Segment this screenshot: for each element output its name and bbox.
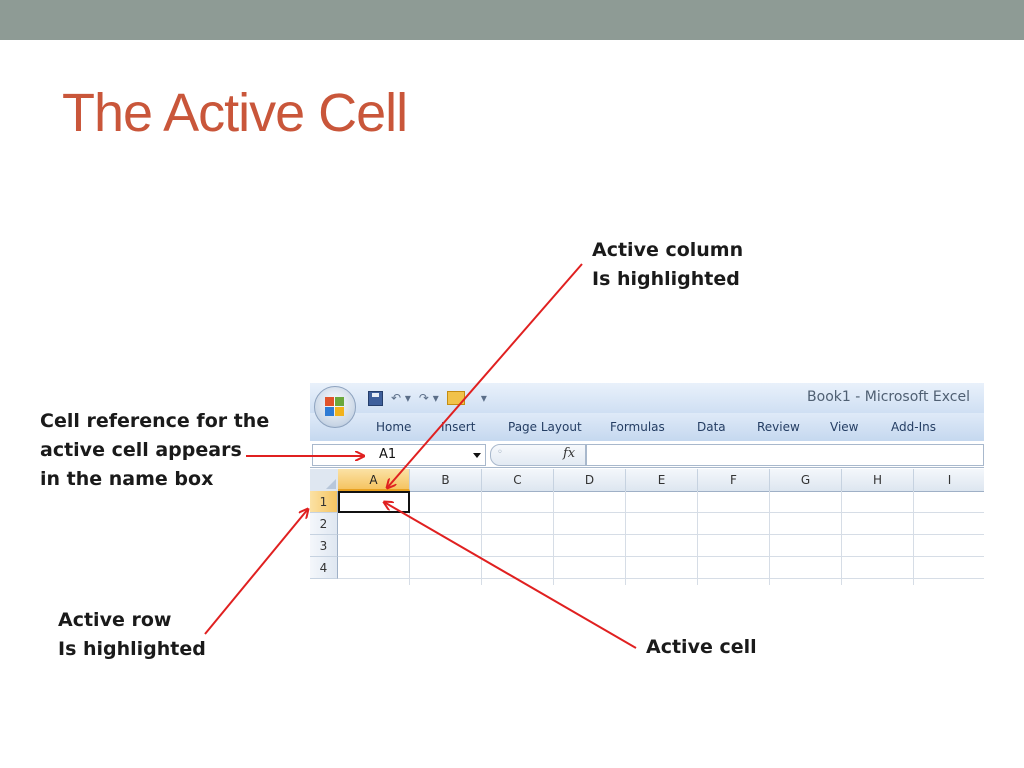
redo-icon[interactable]: ↷ ▾ <box>419 391 439 405</box>
callout-name-box-line3: in the name box <box>40 468 214 490</box>
tab-view[interactable]: View <box>830 420 858 434</box>
column-header-d[interactable]: D <box>554 469 626 491</box>
column-header-g[interactable]: G <box>770 469 842 491</box>
column-header-f[interactable]: F <box>698 469 770 491</box>
name-box[interactable]: A1 <box>312 444 486 466</box>
office-button[interactable] <box>314 386 356 428</box>
office-logo-icon <box>325 397 345 417</box>
tab-home[interactable]: Home <box>376 420 411 434</box>
function-area: ◦ fx <box>490 444 586 466</box>
callout-name-box: Cell reference for the active cell appea… <box>40 407 269 494</box>
tab-add-ins[interactable]: Add-Ins <box>891 420 936 434</box>
formula-input[interactable] <box>586 444 984 466</box>
callout-active-row-line1: Active row <box>58 609 172 631</box>
column-header-b[interactable]: B <box>410 469 482 491</box>
name-box-dropdown-icon[interactable] <box>473 453 481 458</box>
save-icon[interactable] <box>368 390 383 406</box>
column-headers: A B C D E F G H I <box>310 469 984 492</box>
callout-name-box-line1: Cell reference for the <box>40 410 270 432</box>
formula-bar: A1 ◦ fx <box>310 441 984 468</box>
column-header-i[interactable]: I <box>914 469 984 491</box>
column-header-c[interactable]: C <box>482 469 554 491</box>
excel-window: ↶ ▾ ↷ ▾ ▾ Book1 - Microsoft Excel Home I… <box>310 383 984 585</box>
callout-active-row: Active row Is highlighted <box>58 606 206 664</box>
row-header-2[interactable]: 2 <box>310 513 338 535</box>
active-cell-a1[interactable] <box>338 491 410 513</box>
tab-insert[interactable]: Insert <box>441 420 475 434</box>
callout-active-column-line1: Active column <box>592 239 744 261</box>
column-header-h[interactable]: H <box>842 469 914 491</box>
row-header-3[interactable]: 3 <box>310 535 338 557</box>
tab-page-layout[interactable]: Page Layout <box>508 420 582 434</box>
callout-active-column: Active column Is highlighted <box>592 236 743 294</box>
open-folder-icon[interactable] <box>446 391 465 405</box>
quick-access-toolbar: ↶ ▾ ↷ ▾ ▾ <box>368 389 487 407</box>
resize-handle-icon[interactable]: ◦ <box>497 447 503 458</box>
column-header-a[interactable]: A <box>338 469 410 491</box>
tab-review[interactable]: Review <box>757 420 800 434</box>
callout-name-box-line2: active cell appears <box>40 439 242 461</box>
ribbon-tabs: Home Insert Page Layout Formulas Data Re… <box>310 413 984 442</box>
callout-active-cell: Active cell <box>646 636 757 658</box>
row-header-4[interactable]: 4 <box>310 557 338 579</box>
app-title: Book1 - Microsoft Excel <box>807 389 970 405</box>
tab-data[interactable]: Data <box>697 420 726 434</box>
excel-title-bar: ↶ ▾ ↷ ▾ ▾ Book1 - Microsoft Excel <box>310 383 984 413</box>
top-band <box>0 0 1024 40</box>
tab-formulas[interactable]: Formulas <box>610 420 665 434</box>
customize-qat-icon[interactable]: ▾ <box>481 391 487 405</box>
callout-active-row-line2: Is highlighted <box>58 638 206 660</box>
insert-function-icon[interactable]: fx <box>563 446 575 461</box>
select-all-button[interactable] <box>310 469 339 491</box>
callout-active-column-line2: Is highlighted <box>592 268 740 290</box>
row-header-1[interactable]: 1 <box>310 491 338 513</box>
column-header-e[interactable]: E <box>626 469 698 491</box>
arrow-active-row <box>204 509 308 635</box>
undo-icon[interactable]: ↶ ▾ <box>391 391 411 405</box>
slide-title: The Active Cell <box>62 83 408 143</box>
name-box-value: A1 <box>379 447 397 462</box>
cell-grid[interactable] <box>338 491 984 585</box>
